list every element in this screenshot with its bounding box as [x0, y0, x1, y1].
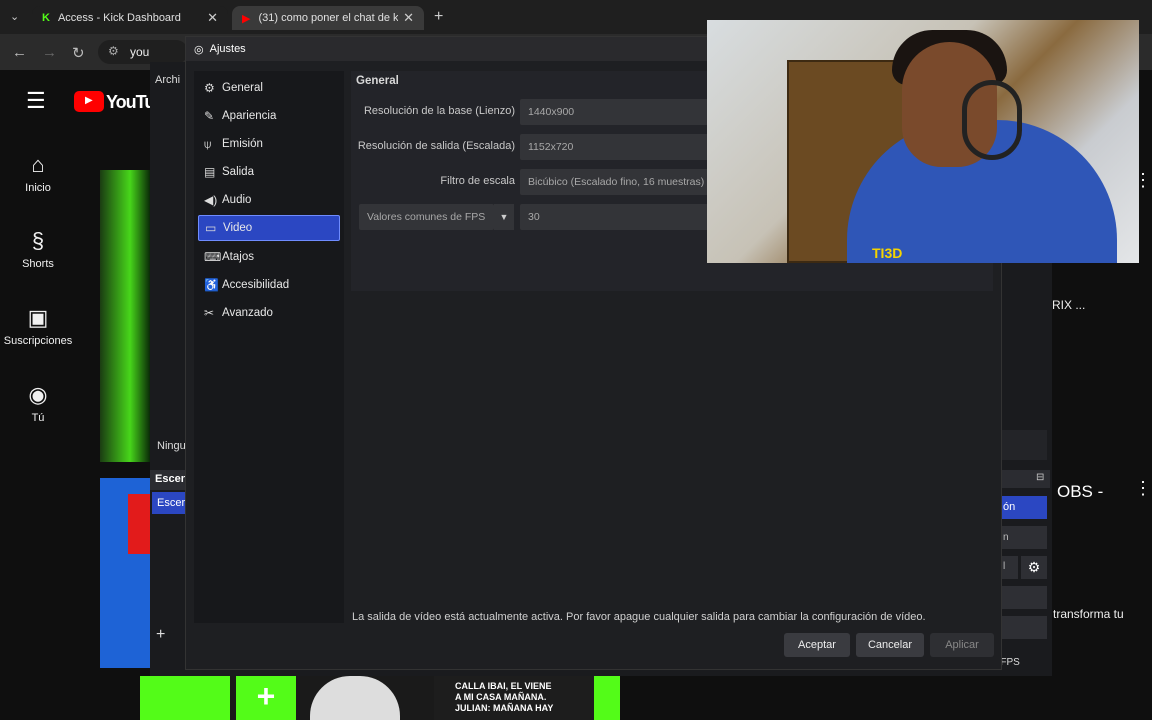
base-resolution-label: Resolución de la base (Lienzo) — [363, 105, 515, 117]
nav-item-label: General — [222, 82, 263, 94]
menu-icon[interactable]: ☰ — [26, 88, 46, 114]
site-info-icon[interactable]: ⚙ — [108, 44, 119, 58]
gear-icon: ⚙ — [204, 81, 215, 95]
nav-item-audio[interactable]: ◀) Audio — [198, 187, 340, 213]
nav-item-label: Avanzado — [222, 307, 273, 319]
apply-button[interactable]: Aplicar — [930, 633, 994, 657]
nav-item-label: Video — [223, 222, 253, 234]
chat-line: JULIAN: MAÑANA HAY — [455, 703, 554, 713]
output-resolution-label: Resolución de salida (Escalada) — [357, 140, 515, 152]
add-scene-icon[interactable]: + — [156, 626, 165, 644]
recommended-title[interactable]: transforma tu — [1053, 607, 1124, 621]
paint-icon: ✎ — [204, 109, 215, 123]
sidebar-item-label: Shorts — [22, 258, 54, 270]
tab-title: Access - Kick Dashboard — [57, 12, 181, 24]
more-options-icon[interactable]: ⋮ — [1134, 478, 1152, 499]
nav-item-avanzado[interactable]: ✂ Avanzado — [198, 300, 340, 326]
menu-archivo[interactable]: Archi — [155, 74, 180, 86]
dialog-title: Ajustes — [209, 43, 246, 55]
kick-strip — [594, 676, 620, 720]
sidebar-item-tu[interactable]: ◉ Tú — [0, 382, 76, 424]
kick-logo-thumb — [140, 676, 230, 720]
tab-youtube-video[interactable]: ▶ (31) como poner el chat de kick ✕ — [232, 6, 424, 30]
sidebar-item-label: Inicio — [25, 182, 51, 194]
cancel-button[interactable]: Cancelar — [856, 633, 924, 657]
chevron-down-icon[interactable]: ▼ — [494, 204, 514, 230]
nav-item-accesibilidad[interactable]: ♿ Accesibilidad — [198, 272, 340, 298]
section-title: General — [356, 75, 399, 87]
kick-favicon-icon: K — [42, 12, 50, 24]
you-icon: ◉ — [28, 382, 48, 407]
tab-title: (31) como poner el chat de kick — [258, 12, 399, 24]
home-icon: ⌂ — [31, 152, 45, 177]
play-icon: ▶ — [85, 95, 93, 106]
shirt-logo: TI3D — [872, 245, 903, 261]
speaker-icon: ◀) — [204, 193, 218, 207]
base-resolution-field[interactable]: 1440x900 — [520, 99, 710, 125]
control-button-label: n — [1003, 532, 1009, 543]
scene-item-label: Escer — [157, 497, 186, 509]
accept-button[interactable]: Aceptar — [784, 633, 850, 657]
thumbnail-decoration — [128, 494, 150, 554]
sidebar-item-label: Suscripciones — [3, 335, 73, 347]
video-thumbnail[interactable] — [100, 170, 150, 462]
address-text: you — [130, 45, 150, 59]
warning-message: La salida de vídeo está actualmente acti… — [352, 611, 926, 623]
headphones-icon — [962, 80, 1022, 160]
new-tab-icon[interactable]: + — [434, 8, 443, 26]
fps-type-select[interactable]: Valores comunes de FPS — [359, 204, 494, 230]
youtube-favicon-icon: ▶ — [242, 12, 251, 25]
tab-kick-dashboard[interactable]: K Access - Kick Dashboard ✕ — [32, 6, 228, 30]
fps-value-select[interactable]: 30 — [520, 204, 710, 230]
nav-item-label: Apariencia — [222, 110, 277, 122]
close-icon[interactable]: ✕ — [403, 10, 414, 26]
nav-item-label: Atajos — [222, 251, 254, 263]
nav-item-label: Audio — [222, 194, 252, 206]
scale-filter-select[interactable]: Bicúbico (Escalado fino, 16 muestras) — [520, 169, 710, 195]
nav-item-label: Salida — [222, 166, 254, 178]
plus-icon: + — [236, 676, 296, 720]
scale-filter-label: Filtro de escala — [440, 175, 515, 187]
output-resolution-field[interactable]: 1152x720 — [520, 134, 710, 160]
chat-line: A MI CASA MAÑANA. — [455, 692, 547, 702]
control-button[interactable] — [1002, 586, 1047, 609]
control-button-label: l — [1003, 561, 1006, 572]
nav-item-atajos[interactable]: ⌨ Atajos — [198, 244, 340, 270]
accessibility-icon: ♿ — [204, 278, 219, 292]
reload-icon[interactable]: ↻ — [72, 44, 85, 62]
source-none-label: Ningu — [157, 440, 186, 452]
shorts-icon: § — [31, 228, 45, 253]
control-button[interactable] — [1002, 616, 1047, 639]
monitor-icon: ▭ — [205, 221, 217, 235]
subscriptions-icon: ▣ — [27, 305, 49, 330]
close-icon[interactable]: ✕ — [207, 10, 218, 26]
sidebar-item-shorts[interactable]: § Shorts — [0, 228, 76, 270]
back-icon[interactable]: ← — [12, 44, 27, 61]
obs-logo-icon: ◎ — [194, 43, 204, 56]
sidebar-item-inicio[interactable]: ⌂ Inicio — [0, 152, 76, 194]
nav-item-general[interactable]: ⚙ General — [198, 75, 340, 101]
tab-list-chevron-icon[interactable]: ⌄ — [10, 10, 19, 23]
gear-icon[interactable]: ⚙ — [1021, 556, 1047, 579]
scenes-title: Escen — [155, 473, 188, 485]
nav-item-label: Accesibilidad — [222, 279, 290, 291]
forward-icon[interactable]: → — [42, 44, 57, 61]
keyboard-icon: ⌨ — [204, 250, 222, 264]
control-button[interactable] — [1002, 526, 1047, 549]
sidebar-item-suscripciones[interactable]: ▣ Suscripciones — [0, 305, 76, 347]
webcam-overlay: TI3D — [707, 20, 1139, 263]
nav-item-video[interactable]: ▭ Video — [198, 215, 340, 241]
recommended-title[interactable]: OBS - — [1057, 482, 1103, 502]
control-button-label: ón — [1003, 501, 1016, 513]
output-icon: ▤ — [204, 165, 216, 179]
chat-line: CALLA IBAI, EL VIENE — [455, 681, 552, 691]
tools-icon: ✂ — [204, 306, 215, 320]
antenna-icon: ⍦ — [204, 136, 212, 151]
recommended-title[interactable]: RIX ... — [1052, 298, 1085, 312]
sidebar-item-label: Tú — [31, 412, 45, 424]
nav-item-label: Emisión — [222, 138, 263, 150]
dock-float-icon[interactable]: ⊟ — [1036, 472, 1044, 483]
dock-panel — [1002, 430, 1047, 460]
